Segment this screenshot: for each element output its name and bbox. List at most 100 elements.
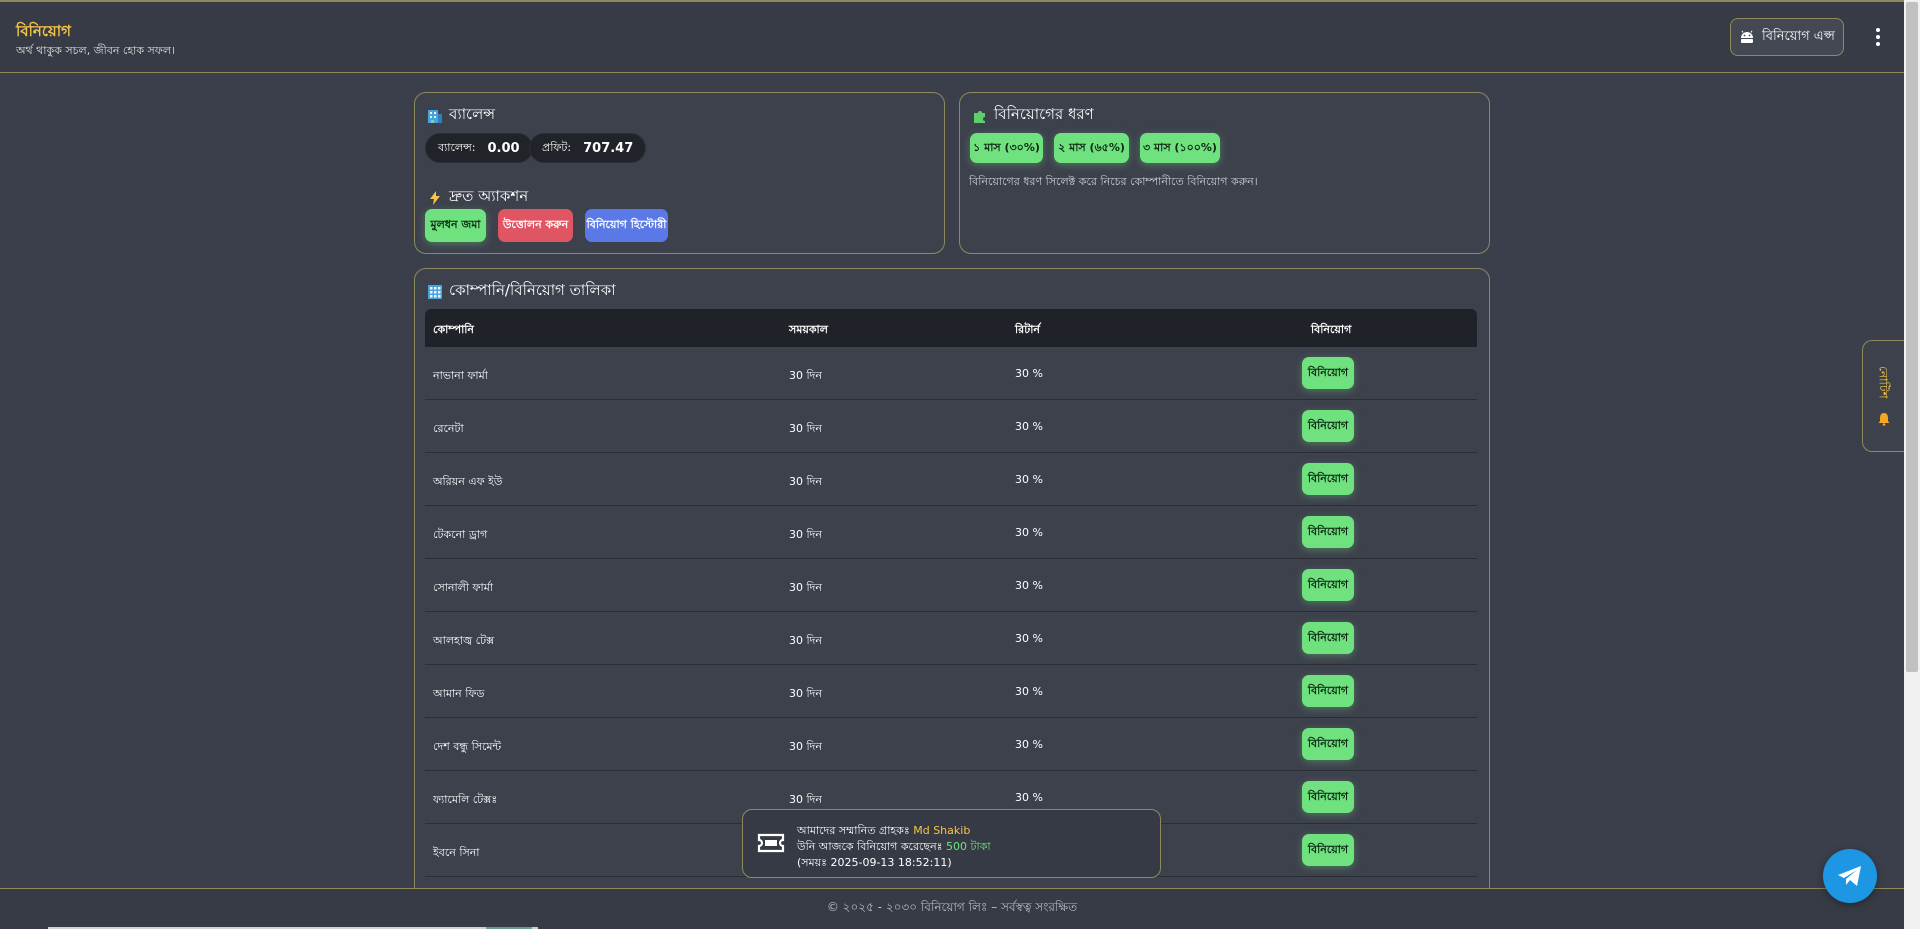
company-name: আমান ফিড	[433, 687, 485, 700]
toast-amount: 500 টাকা	[946, 840, 991, 853]
page-footer: © ২০২৫ - ২০৩০ বিনিয়োগ লিঃ – সর্বস্বত্ব …	[0, 888, 1904, 929]
investment-type-card: বিনিয়োগের ধরণ ১ মাস (৩০%) ২ মাস (৬৫%) ৩…	[959, 92, 1490, 254]
return-cell: 30 %	[1015, 632, 1043, 645]
table-row: দেশ বন্ধু সিমেন্ট 30 দিন 30 % বিনিয়োগ	[425, 718, 1477, 771]
type-option-2-month[interactable]: ২ মাস (৬৫%)	[1054, 133, 1129, 163]
quick-actions-title: দ্রুত অ্যাকশন	[427, 185, 528, 210]
table-row: টেকনো ড্রাগ 30 দিন 30 % বিনিয়োগ	[425, 506, 1477, 559]
duration-cell: 30 দিন	[789, 475, 822, 488]
app-download-button[interactable]: বিনিয়োগ এপ্স	[1730, 18, 1844, 56]
return-cell: 30 %	[1015, 526, 1043, 539]
top-header: বিনিয়োগ অর্থ থাকুক সচল, জীবন হোক সফল। ব…	[0, 0, 1904, 73]
withdraw-button[interactable]: উত্তোলন করুন	[498, 209, 573, 242]
return-cell: 30 %	[1015, 791, 1043, 804]
invest-button[interactable]: বিনিয়োগ	[1302, 622, 1354, 654]
company-name: দেশ বন্ধু সিমেন্ট	[433, 740, 502, 753]
deposit-button[interactable]: মুলধন জমা	[425, 209, 486, 242]
app-button-label: বিনিয়োগ এপ্স	[1762, 28, 1835, 44]
table-row: নাভানা ফার্মা 30 দিন 30 % বিনিয়োগ	[425, 347, 1477, 400]
footer-copyright: © ২০২৫ - ২০৩০ বিনিয়োগ লিঃ – সর্বস্বত্ব …	[826, 900, 1078, 914]
balance-value: 0.00	[487, 140, 520, 156]
building-icon	[428, 109, 442, 123]
investment-type-title: বিনিয়োগের ধরণ	[972, 103, 1094, 128]
site-tagline: অর্থ থাকুক সচল, জীবন হোক সফল।	[16, 44, 175, 57]
duration-cell: 30 দিন	[789, 793, 822, 806]
telegram-icon	[1838, 866, 1861, 886]
company-name: নাভানা ফার্মা	[433, 369, 488, 382]
investment-history-button[interactable]: বিনিয়োগ হিস্টোরী	[585, 209, 668, 242]
profit-pill: প্রফিট: 707.47	[529, 133, 647, 163]
col-company: কোম্পানি	[433, 323, 474, 336]
balance-card: ব্যালেন্স ব্যালেন্স: 0.00 প্রফিট: 707.47…	[414, 92, 945, 254]
balance-label: ব্যালেন্স:	[438, 140, 476, 154]
lightning-icon	[430, 190, 440, 205]
return-cell: 30 %	[1015, 420, 1043, 433]
company-name: সোনালী ফার্মা	[433, 581, 494, 594]
invest-button[interactable]: বিনিয়োগ	[1302, 410, 1354, 442]
kebab-menu-icon[interactable]	[1868, 22, 1888, 52]
company-name: রেনেটা	[433, 422, 464, 435]
company-table-title-text: কোম্পানি/বিনিয়োগ তালিকা	[449, 281, 616, 299]
type-option-3-month[interactable]: ৩ মাস (১০০%)	[1140, 133, 1220, 163]
side-tab-label: নোটিশ	[1876, 365, 1891, 399]
duration-cell: 30 দিন	[789, 634, 822, 647]
quick-actions-text: দ্রুত অ্যাকশন	[449, 187, 529, 205]
investment-type-note: বিনিয়োগের ধরণ সিলেক্ট করে নিচের কোম্পান…	[969, 175, 1258, 188]
return-cell: 30 %	[1015, 685, 1043, 698]
company-name: ফ্যামেলি টেক্সঃ	[433, 793, 498, 806]
toast-time: (সময়ঃ 2025-09-13 18:52:11)	[797, 856, 952, 869]
toast-customer-name: Md Shakib	[913, 824, 971, 837]
invest-button[interactable]: বিনিয়োগ	[1302, 675, 1354, 707]
return-cell: 30 %	[1015, 473, 1043, 486]
col-invest: বিনিয়োগ	[1311, 323, 1352, 336]
profit-label: প্রফিট:	[542, 140, 572, 154]
invest-button[interactable]: বিনিয়োগ	[1302, 463, 1354, 495]
page-scrollbar[interactable]	[1904, 0, 1920, 929]
recent-investment-toast: আমাদের সম্মানিত গ্রাহকঃ Md Shakib উনি আজ…	[742, 809, 1161, 878]
invest-button[interactable]: বিনিয়োগ	[1302, 357, 1354, 389]
duration-cell: 30 দিন	[789, 581, 822, 594]
balance-title-text: ব্যালেন্স	[449, 105, 496, 123]
toast-customer-prefix: আমাদের সম্মানিত গ্রাহকঃ	[797, 824, 910, 837]
table-row: সোনালী ফার্মা 30 দিন 30 % বিনিয়োগ	[425, 559, 1477, 612]
table-row: রেনেটা 30 দিন 30 % বিনিয়োগ	[425, 400, 1477, 453]
invest-button[interactable]: বিনিয়োগ	[1302, 516, 1354, 548]
side-notice-tab[interactable]: নোটিশ	[1862, 340, 1904, 452]
balance-card-title: ব্যালেন্স	[427, 103, 495, 128]
table-row: আলহাজ্ব টেক্স 30 দিন 30 % বিনিয়োগ	[425, 612, 1477, 665]
col-return: রিটার্ন	[1015, 323, 1040, 336]
duration-cell: 30 দিন	[789, 422, 822, 435]
duration-cell: 30 দিন	[789, 369, 822, 382]
investment-type-text: বিনিয়োগের ধরণ	[994, 105, 1094, 123]
company-name: অরিয়ন এফ ইউ	[433, 475, 503, 488]
return-cell: 30 %	[1015, 738, 1043, 751]
table-header: কোম্পানি সময়কাল রিটার্ন বিনিয়োগ	[425, 309, 1477, 347]
toast-amount-prefix: উনি আজকে বিনিয়োগ করেছেনঃ	[797, 840, 943, 853]
bell-icon	[1878, 413, 1889, 427]
scrollbar-thumb[interactable]	[1906, 2, 1918, 672]
invest-button[interactable]: বিনিয়োগ	[1302, 728, 1354, 760]
duration-cell: 30 দিন	[789, 740, 822, 753]
company-name: টেকনো ড্রাগ	[433, 528, 488, 541]
table-row: আমান ফিড 30 দিন 30 % বিনিয়োগ	[425, 665, 1477, 718]
profit-value: 707.47	[583, 140, 634, 156]
type-option-1-month[interactable]: ১ মাস (৩০%)	[970, 133, 1043, 163]
col-duration: সময়কাল	[789, 323, 828, 336]
telegram-button[interactable]	[1823, 849, 1877, 903]
invest-button[interactable]: বিনিয়োগ	[1302, 569, 1354, 601]
invest-button[interactable]: বিনিয়োগ	[1302, 781, 1354, 813]
puzzle-icon	[974, 110, 985, 123]
return-cell: 30 %	[1015, 367, 1043, 380]
grid-icon	[428, 284, 442, 299]
company-table-title: কোম্পানি/বিনিয়োগ তালিকা	[427, 279, 616, 304]
balance-pill: ব্যালেন্স: 0.00	[425, 133, 533, 163]
duration-cell: 30 দিন	[789, 528, 822, 541]
invest-button[interactable]: বিনিয়োগ	[1302, 834, 1354, 866]
return-cell: 30 %	[1015, 579, 1043, 592]
ticket-icon	[757, 833, 785, 853]
company-name: ইবনে সিনা	[433, 846, 480, 859]
android-icon	[1741, 30, 1754, 43]
table-row: অরিয়ন এফ ইউ 30 দিন 30 % বিনিয়োগ	[425, 453, 1477, 506]
duration-cell: 30 দিন	[789, 687, 822, 700]
company-name: আলহাজ্ব টেক্স	[433, 634, 495, 647]
